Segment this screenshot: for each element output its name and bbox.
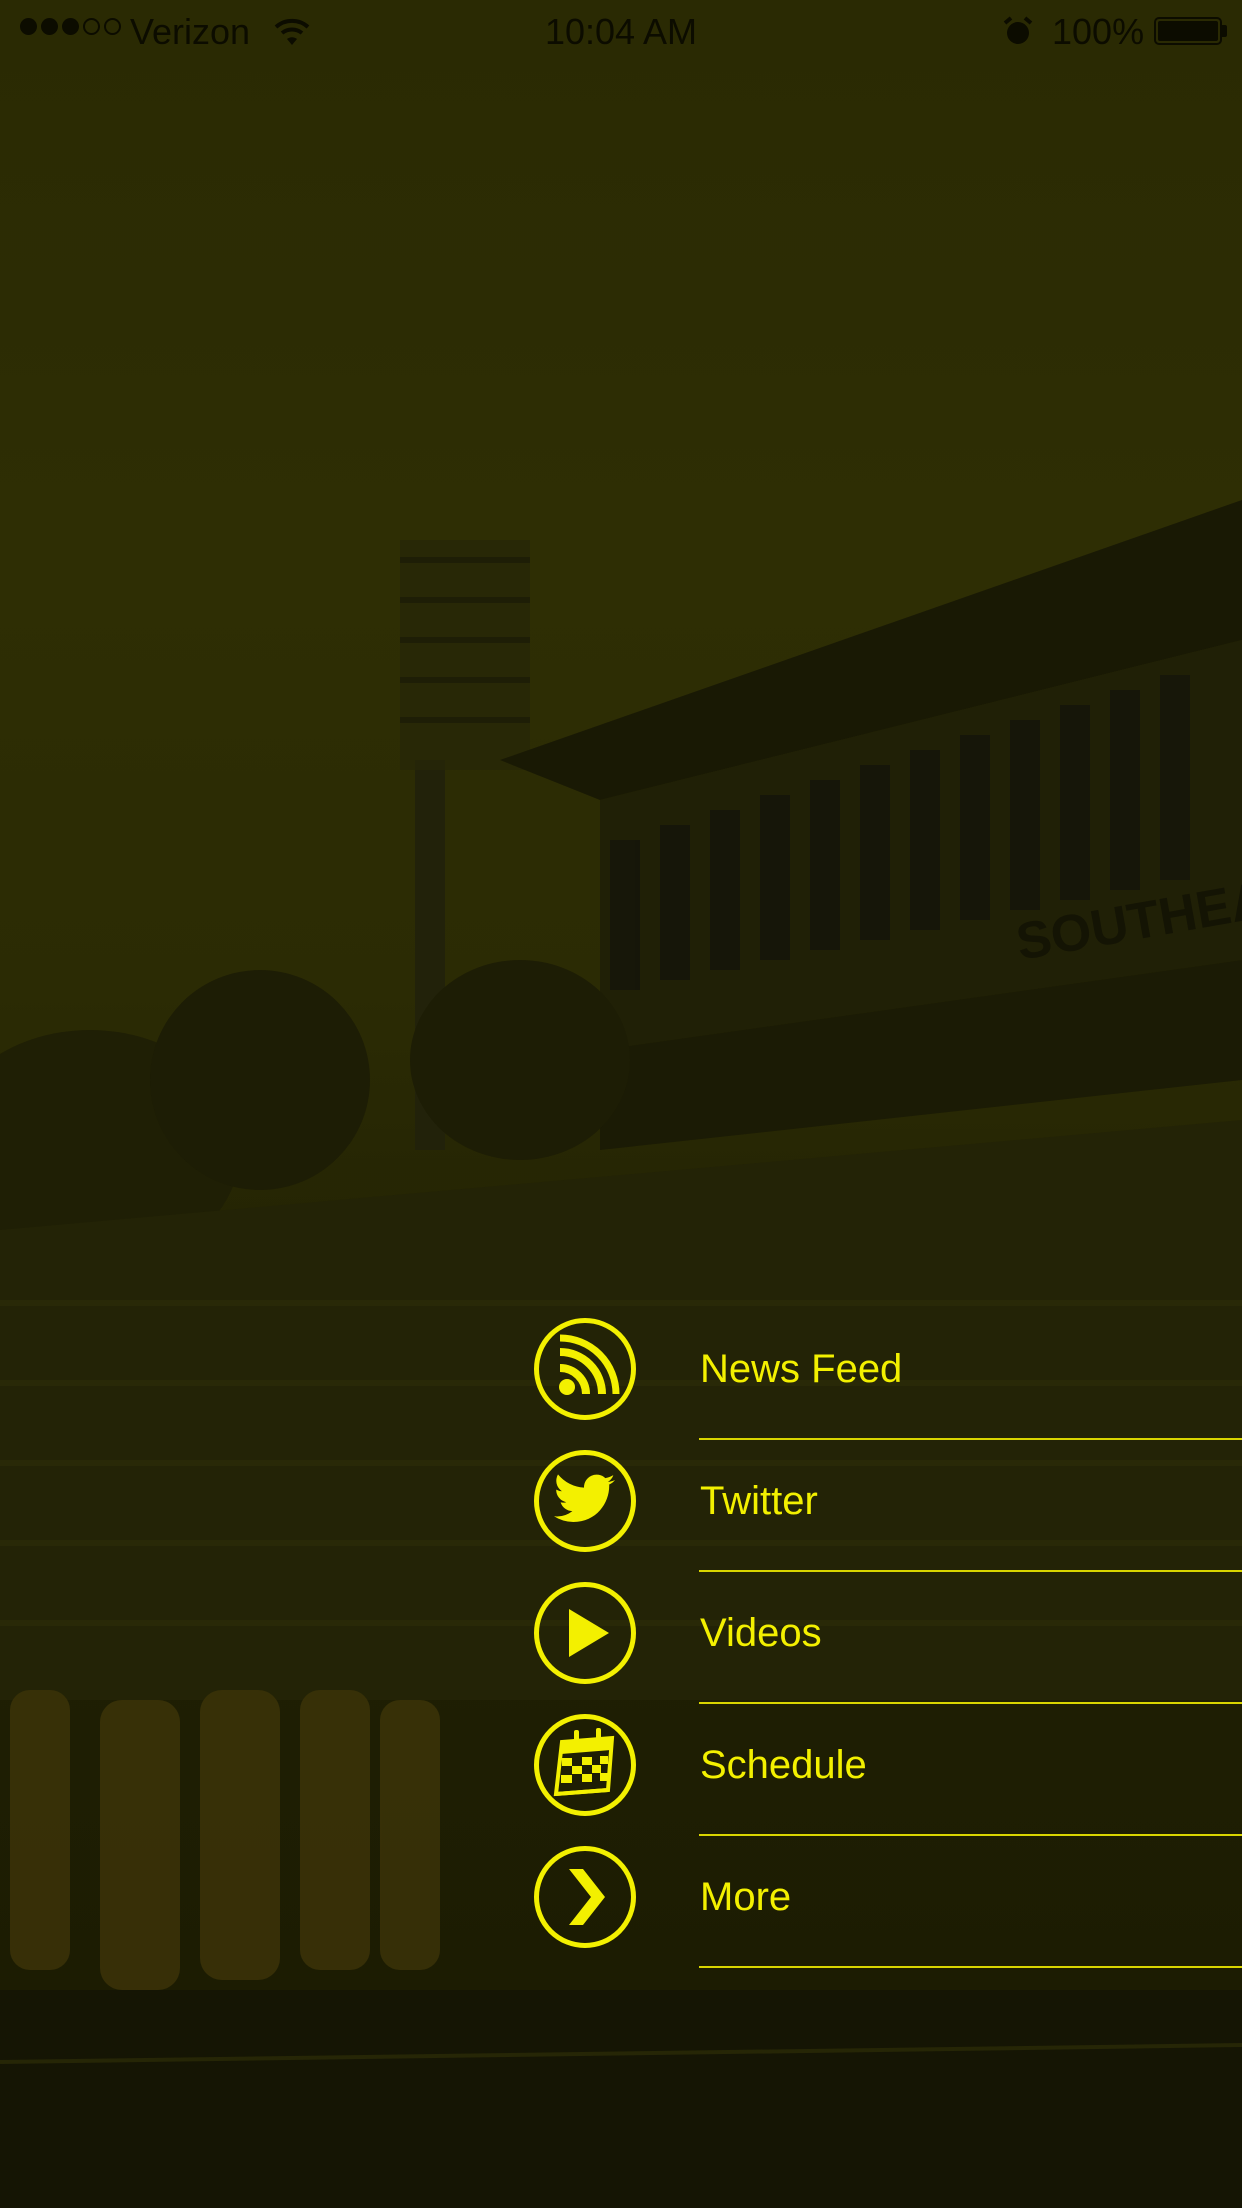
- menu-label-schedule: Schedule: [700, 1743, 867, 1787]
- battery-icon: [1154, 17, 1222, 45]
- calendar-icon: [534, 1714, 636, 1816]
- menu-item-videos[interactable]: Videos: [530, 1571, 1242, 1704]
- menu-label-news-feed: News Feed: [700, 1347, 903, 1391]
- menu-item-more[interactable]: More: [530, 1835, 1242, 1968]
- chevron-right-icon: [534, 1846, 636, 1948]
- menu-item-schedule[interactable]: Schedule: [530, 1703, 1242, 1836]
- menu-label-videos: Videos: [700, 1611, 822, 1655]
- alarm-icon: [1002, 14, 1034, 56]
- battery-percentage: 100%: [1052, 11, 1145, 52]
- menu-label-more: More: [700, 1875, 792, 1919]
- menu-label-twitter: Twitter: [700, 1479, 818, 1523]
- menu-divider: [699, 1966, 1242, 1968]
- play-icon: [534, 1582, 636, 1684]
- status-bar: Verizon 10:04 AM 100%: [0, 0, 1242, 62]
- twitter-bird-icon: [534, 1450, 636, 1552]
- menu-item-news-feed[interactable]: News Feed: [530, 1307, 1242, 1440]
- menu-item-twitter[interactable]: Twitter: [530, 1439, 1242, 1572]
- rss-icon: [534, 1318, 636, 1420]
- battery-tip: [1222, 25, 1227, 37]
